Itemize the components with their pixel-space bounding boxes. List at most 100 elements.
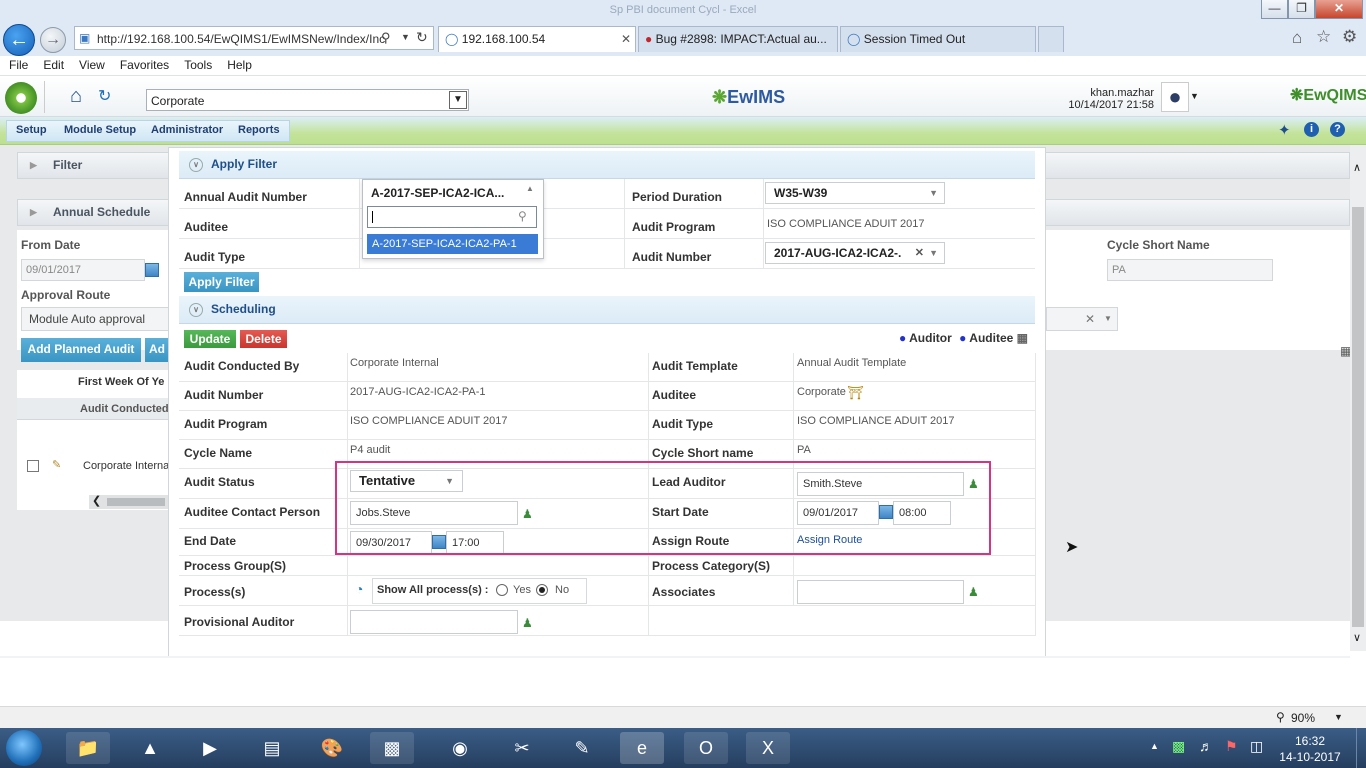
- collapse-icon[interactable]: ∨: [189, 302, 203, 317]
- address-bar[interactable]: ▣ http://192.168.100.54/EwQIMS1/EwIMSNew…: [74, 26, 434, 50]
- search-icon[interactable]: ⚲: [381, 30, 391, 46]
- network-icon[interactable]: ◫: [1250, 738, 1263, 755]
- vertical-scrollbar[interactable]: ∧ ∨: [1350, 145, 1366, 651]
- info-icon[interactable]: i: [1304, 122, 1319, 137]
- user-avatar[interactable]: ●: [1161, 82, 1189, 112]
- tray-app-icon[interactable]: ▩: [1172, 738, 1185, 755]
- edit-icon[interactable]: ✎: [52, 458, 61, 471]
- settings-gear-icon[interactable]: ⚙: [1342, 27, 1357, 47]
- scroll-left-icon[interactable]: ❮: [92, 494, 101, 507]
- menu-edit[interactable]: Edit: [34, 56, 70, 72]
- clear-icon[interactable]: ✕: [915, 243, 924, 263]
- annual-audit-number-dropdown[interactable]: A-2017-SEP-ICA2-ICA... ▲ ⚲ A-2017-SEP-IC…: [362, 179, 544, 259]
- zoom-icon[interactable]: ⚲: [1276, 710, 1285, 724]
- calendar-grid-icon[interactable]: ▦: [1017, 331, 1028, 345]
- calendar-icon[interactable]: [145, 263, 159, 277]
- pie-chart-icon[interactable]: ◔: [355, 581, 363, 597]
- refresh-icon[interactable]: ↻: [98, 86, 111, 106]
- associates-input[interactable]: [797, 580, 964, 604]
- snipping-tool-taskbar-icon[interactable]: ✂: [500, 732, 544, 764]
- user-menu-chevron-icon[interactable]: ▼: [1190, 91, 1199, 101]
- row-checkbox[interactable]: [27, 460, 39, 472]
- scroll-left-icon[interactable]: ❮: [15, 657, 27, 658]
- module-administrator[interactable]: Administrator: [151, 124, 223, 136]
- home-icon[interactable]: ⌂: [1292, 28, 1302, 48]
- audit-number-select[interactable]: 2017-AUG-ICA2-ICA2-. ✕ ▼: [765, 242, 945, 264]
- explorer-taskbar-icon[interactable]: 📁: [66, 732, 110, 764]
- close-window-button[interactable]: ✕: [1315, 0, 1363, 19]
- taskbar-date[interactable]: 14-10-2017: [1274, 750, 1346, 764]
- tab-192-168-100-54[interactable]: ◯ 192.168.100.54 ✕: [438, 26, 636, 52]
- chevron-down-icon[interactable]: ▼: [449, 91, 467, 109]
- maximize-button[interactable]: ❐: [1288, 0, 1315, 19]
- dropdown-search-input[interactable]: ⚲: [367, 206, 537, 228]
- delete-button[interactable]: Delete: [240, 330, 287, 348]
- address-dropdown-icon[interactable]: ▼: [401, 32, 410, 42]
- excel-taskbar-icon[interactable]: X: [746, 732, 790, 764]
- chevron-down-icon[interactable]: ▼: [1104, 309, 1112, 329]
- apply-filter-header[interactable]: ∨ Apply Filter: [179, 151, 1035, 179]
- location-select[interactable]: Corporate ▼: [146, 89, 469, 111]
- zoom-dropdown-icon[interactable]: ▼: [1334, 712, 1343, 722]
- home-icon[interactable]: ⌂: [70, 85, 82, 108]
- refresh-icon[interactable]: ↻: [416, 29, 428, 46]
- green-app-taskbar-icon[interactable]: ▩: [370, 732, 414, 764]
- scheduling-header[interactable]: ∨ Scheduling: [179, 296, 1035, 324]
- cycle-short-name-input[interactable]: PA: [1107, 259, 1273, 281]
- tray-expand-icon[interactable]: ▲: [1150, 741, 1159, 751]
- new-tab-button[interactable]: [1038, 26, 1064, 52]
- chart-app-taskbar-icon[interactable]: ▤: [250, 732, 294, 764]
- tab-bug-2898[interactable]: ● Bug #2898: IMPACT:Actual au...: [638, 26, 838, 52]
- update-button[interactable]: Update: [184, 330, 236, 348]
- notepad-taskbar-icon[interactable]: ✎: [560, 732, 604, 764]
- grid-scroll-thumb[interactable]: [107, 498, 165, 506]
- back-button[interactable]: ←: [3, 24, 35, 56]
- menu-view[interactable]: View: [70, 56, 111, 72]
- apply-filter-button[interactable]: Apply Filter: [184, 272, 259, 292]
- chevron-up-icon[interactable]: ▲: [526, 184, 534, 193]
- module-setup[interactable]: Setup: [16, 124, 47, 136]
- horizontal-scrollbar[interactable]: ❮ ❯: [0, 656, 1350, 658]
- provisional-auditor-input[interactable]: [350, 610, 518, 634]
- minimize-button[interactable]: —: [1261, 0, 1288, 19]
- scroll-right-icon[interactable]: ❯: [1322, 657, 1334, 658]
- yes-radio[interactable]: [496, 584, 508, 596]
- ie-taskbar-icon[interactable]: e: [620, 732, 664, 764]
- app-logo-icon[interactable]: [5, 82, 37, 114]
- menu-help[interactable]: Help: [218, 56, 258, 72]
- module-module-setup[interactable]: Module Setup: [64, 124, 136, 136]
- paint-taskbar-icon[interactable]: 🎨: [310, 732, 354, 764]
- tab-session-timed-out[interactable]: ◯ Session Timed Out: [840, 26, 1036, 52]
- approval-route-right-select[interactable]: ✕ ▼: [1046, 307, 1118, 331]
- pin-icon[interactable]: ✦: [1278, 121, 1291, 139]
- dropdown-option[interactable]: A-2017-SEP-ICA2-ICA2-PA-1: [367, 234, 538, 254]
- clear-icon[interactable]: ✕: [1085, 309, 1095, 329]
- menu-favorites[interactable]: Favorites: [111, 56, 175, 72]
- no-radio[interactable]: [536, 584, 548, 596]
- taskbar-time[interactable]: 16:32: [1280, 734, 1340, 748]
- chrome-taskbar-icon[interactable]: ◉: [438, 732, 482, 764]
- menu-file[interactable]: File: [0, 56, 34, 72]
- vlc-taskbar-icon[interactable]: ▲: [128, 732, 172, 764]
- close-tab-icon[interactable]: ✕: [621, 27, 631, 51]
- period-duration-select[interactable]: W35-W39 ▼: [765, 182, 945, 204]
- media-player-taskbar-icon[interactable]: ▶: [188, 732, 232, 764]
- add-button[interactable]: Ad: [145, 338, 169, 362]
- module-reports[interactable]: Reports: [238, 124, 280, 136]
- approval-route-select[interactable]: Module Auto approval: [21, 307, 171, 331]
- action-center-flag-icon[interactable]: ⚑: [1225, 738, 1238, 755]
- scroll-down-icon[interactable]: ∨: [1353, 631, 1361, 644]
- favorites-star-icon[interactable]: ☆: [1316, 27, 1331, 47]
- volume-icon[interactable]: ♬: [1199, 738, 1213, 754]
- outlook-taskbar-icon[interactable]: O: [684, 732, 728, 764]
- help-icon[interactable]: ?: [1330, 122, 1345, 137]
- zoom-level[interactable]: 90%: [1291, 711, 1315, 725]
- start-button[interactable]: [6, 730, 42, 766]
- add-planned-audit-button[interactable]: Add Planned Audit: [21, 338, 141, 362]
- grid-scrollbar[interactable]: ❮: [89, 495, 168, 509]
- from-date-input[interactable]: 09/01/2017: [21, 259, 145, 281]
- people-picker-icon[interactable]: ♟: [522, 616, 536, 630]
- show-desktop-button[interactable]: [1356, 728, 1366, 768]
- scroll-up-icon[interactable]: ∧: [1353, 161, 1361, 174]
- collapse-icon[interactable]: ∨: [189, 157, 203, 172]
